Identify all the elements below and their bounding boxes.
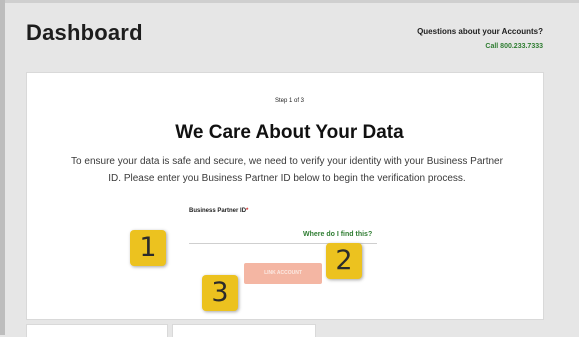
business-partner-id-label: Business Partner ID* xyxy=(189,208,248,214)
verification-heading: We Care About Your Data xyxy=(175,122,404,143)
window-left-border xyxy=(0,0,5,335)
required-marker: * xyxy=(246,208,249,214)
call-phone-link[interactable]: Call 800.233.7333 xyxy=(485,43,543,50)
description-line-1: To ensure your data is safe and secure, … xyxy=(71,156,503,167)
description-line-2: ID. Please enter you Business Partner ID… xyxy=(108,173,466,184)
page-title: Dashboard xyxy=(26,20,143,45)
annotation-badge-2: 2 xyxy=(326,243,362,279)
step-indicator: Step 1 of 3 xyxy=(274,98,305,104)
verification-description: To ensure your data is safe and secure, … xyxy=(55,153,519,187)
where-find-this-link[interactable]: Where do I find this? xyxy=(303,231,372,238)
dashboard-tile-1 xyxy=(26,324,168,337)
help-question: Questions about your Accounts? xyxy=(417,27,543,36)
label-text: Business Partner ID xyxy=(189,208,247,214)
annotation-badge-1: 1 xyxy=(130,230,166,266)
link-account-button[interactable]: LINK ACCOUNT xyxy=(244,263,322,284)
window-top-border xyxy=(0,0,579,3)
dashboard-tile-2 xyxy=(172,324,316,337)
annotation-badge-3: 3 xyxy=(202,275,238,311)
